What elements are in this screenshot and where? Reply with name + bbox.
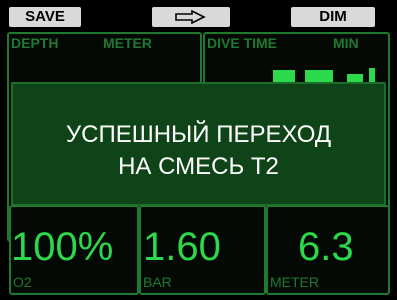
o2-label: O2 — [13, 274, 32, 290]
mod-panel: 6.3 METER — [266, 205, 390, 295]
save-button[interactable]: SAVE — [9, 7, 81, 27]
dive-time-label: DIVE TIME — [207, 35, 278, 51]
mod-label: METER — [270, 274, 319, 290]
next-button[interactable] — [152, 7, 230, 27]
dive-time-unit: MIN — [333, 35, 359, 51]
softkey-bar: SAVE DIM — [0, 0, 397, 30]
depth-label: DEPTH — [11, 35, 59, 51]
depth-unit: METER — [103, 35, 152, 51]
o2-value: 100% — [11, 225, 114, 269]
mod-value: 6.3 — [298, 225, 354, 269]
o2-panel: 100% O2 — [9, 205, 139, 295]
ppo2-panel: 1.60 BAR — [139, 205, 266, 295]
notification-line-1: УСПЕШНЫЙ ПЕРЕХОД — [65, 121, 332, 148]
right-arrow-icon — [175, 10, 206, 24]
ppo2-label: BAR — [143, 274, 172, 290]
gas-switch-notification: УСПЕШНЫЙ ПЕРЕХОД НА СМЕСЬ T2 — [11, 82, 386, 206]
notification-line-2: НА СМЕСЬ T2 — [118, 153, 279, 180]
ppo2-value: 1.60 — [143, 225, 221, 269]
dim-button[interactable]: DIM — [291, 7, 375, 27]
